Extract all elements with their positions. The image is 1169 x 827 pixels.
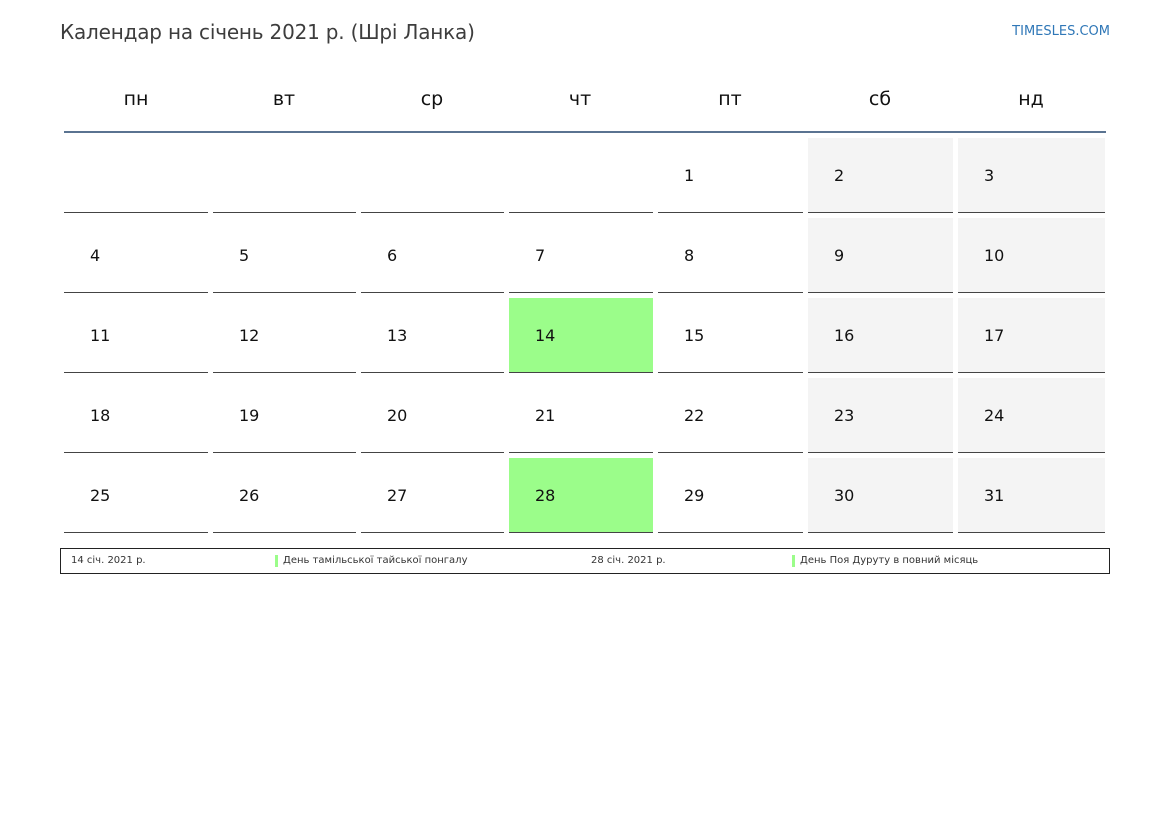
day-cell[interactable]: 13: [361, 298, 504, 373]
day-cell[interactable]: 31: [958, 458, 1105, 533]
legend-color-swatch-2: [792, 555, 795, 567]
day-cell[interactable]: 2: [808, 138, 953, 213]
day-cell[interactable]: 26: [213, 458, 356, 533]
day-cell[interactable]: 17: [958, 298, 1105, 373]
calendar: пн вт ср чт пт сб нд 1 2 3 4 5 6 7 8 9 10 11 12 13 14 15 16 17…: [64, 74, 1106, 538]
day-number: 29: [684, 486, 705, 505]
day-cell[interactable]: 18: [64, 378, 208, 453]
day-number: 24: [984, 406, 1005, 425]
day-number: 27: [387, 486, 408, 505]
day-number: 19: [239, 406, 260, 425]
day-cell[interactable]: 8: [658, 218, 803, 293]
day-number: 10: [984, 246, 1005, 265]
day-cell[interactable]: 4: [64, 218, 208, 293]
calendar-week-row: 4 5 6 7 8 9 10: [64, 218, 1106, 293]
day-cell[interactable]: 14: [509, 298, 653, 373]
weekday-header-0: пн: [123, 88, 149, 110]
day-number: 5: [239, 246, 250, 265]
day-cell[interactable]: 29: [658, 458, 803, 533]
day-number: 12: [239, 326, 260, 345]
holiday-legend: 14 січ. 2021 р. День тамільської тайсько…: [60, 548, 1110, 574]
day-number: 26: [239, 486, 260, 505]
legend-holiday-name-2: День Поя Дуруту в повний місяць: [800, 555, 979, 566]
legend-color-swatch-1: [275, 555, 278, 567]
day-cell[interactable]: 16: [808, 298, 953, 373]
day-number: 16: [834, 326, 855, 345]
day-number: 25: [90, 486, 111, 505]
calendar-week-row: 18 19 20 21 22 23 24: [64, 378, 1106, 453]
day-cell[interactable]: 21: [509, 378, 653, 453]
day-cell[interactable]: 23: [808, 378, 953, 453]
weekday-header-5: сб: [868, 88, 892, 110]
weekday-header-1: вт: [272, 88, 296, 110]
day-cell[interactable]: 27: [361, 458, 504, 533]
day-number: 21: [535, 406, 556, 425]
day-number: 28: [535, 486, 556, 505]
day-cell[interactable]: 15: [658, 298, 803, 373]
legend-holiday-name-1: День тамільської тайської понгалу: [283, 555, 468, 566]
day-number: 23: [834, 406, 855, 425]
day-cell[interactable]: 30: [808, 458, 953, 533]
day-cell[interactable]: 9: [808, 218, 953, 293]
day-number: 18: [90, 406, 111, 425]
day-cell[interactable]: 6: [361, 218, 504, 293]
brand-link[interactable]: TIMESLES.COM: [1012, 24, 1110, 39]
day-cell[interactable]: 11: [64, 298, 208, 373]
day-number: 2: [834, 166, 845, 185]
day-number: 15: [684, 326, 705, 345]
day-cell[interactable]: 19: [213, 378, 356, 453]
day-cell[interactable]: 3: [958, 138, 1105, 213]
calendar-week-row: 25 26 27 28 29 30 31: [64, 458, 1106, 533]
day-number: 22: [684, 406, 705, 425]
weekday-header-4: пт: [718, 88, 742, 110]
day-number: 13: [387, 326, 408, 345]
calendar-grid: 1 2 3 4 5 6 7 8 9 10 11 12 13 14 15 16 17 18 19 20 21 22 23 24 2…: [64, 138, 1106, 533]
calendar-week-row: 11 12 13 14 15 16 17: [64, 298, 1106, 373]
day-number: 11: [90, 326, 111, 345]
day-cell[interactable]: 20: [361, 378, 504, 453]
day-cell[interactable]: 22: [658, 378, 803, 453]
day-number: 20: [387, 406, 408, 425]
weekday-header-row: пн вт ср чт пт сб нд: [64, 74, 1106, 133]
day-number: 1: [684, 166, 695, 185]
day-number: 14: [535, 326, 556, 345]
day-number: 8: [684, 246, 695, 265]
day-cell[interactable]: 12: [213, 298, 356, 373]
legend-date-1: 14 січ. 2021 р.: [71, 555, 146, 566]
weekday-header-6: нд: [1018, 88, 1044, 110]
day-number: 17: [984, 326, 1005, 345]
day-cell[interactable]: 1: [658, 138, 803, 213]
day-number: 4: [90, 246, 101, 265]
empty-day-cell: [509, 138, 653, 213]
day-number: 3: [984, 166, 995, 185]
day-cell[interactable]: 28: [509, 458, 653, 533]
day-number: 30: [834, 486, 855, 505]
day-cell[interactable]: 7: [509, 218, 653, 293]
weekday-header-3: чт: [568, 88, 592, 110]
day-number: 7: [535, 246, 546, 265]
day-cell[interactable]: 25: [64, 458, 208, 533]
weekday-header-2: ср: [420, 88, 444, 110]
day-number: 9: [834, 246, 845, 265]
empty-day-cell: [361, 138, 504, 213]
day-cell[interactable]: 5: [213, 218, 356, 293]
day-cell[interactable]: 24: [958, 378, 1105, 453]
day-number: 6: [387, 246, 398, 265]
empty-day-cell: [64, 138, 208, 213]
day-number: 31: [984, 486, 1005, 505]
calendar-week-row: 1 2 3: [64, 138, 1106, 213]
day-cell[interactable]: 10: [958, 218, 1105, 293]
empty-day-cell: [213, 138, 356, 213]
page-title: Календар на січень 2021 р. (Шрі Ланка): [60, 20, 475, 44]
legend-date-2: 28 січ. 2021 р.: [591, 555, 666, 566]
